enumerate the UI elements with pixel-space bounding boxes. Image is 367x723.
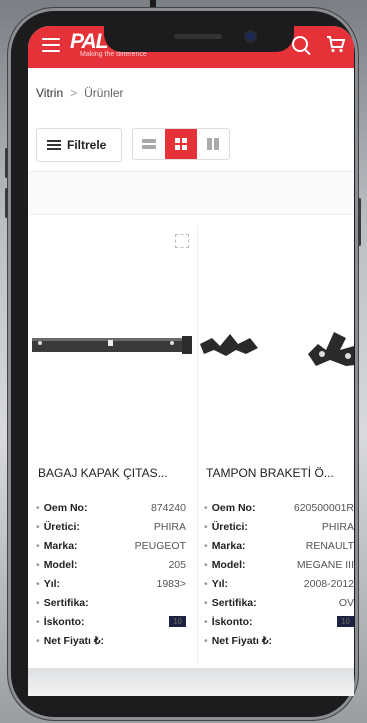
columns-icon [207, 138, 219, 150]
spec-value: PHIRA [153, 520, 186, 533]
spec-label: Net Fiyatı ₺: [36, 635, 104, 647]
product-specs: Oem No: 874240 Üretici: PHIRA Marka: PEUGEO… [36, 498, 186, 650]
spec-row: Model: 205 [36, 555, 186, 574]
spec-value: 205 [168, 558, 186, 571]
grid-icon [175, 138, 187, 150]
spec-value: RENAULT [305, 539, 354, 552]
breadcrumb-current: Ürünler [84, 86, 124, 100]
filter-label: Filtrele [67, 138, 107, 152]
spec-row: Net Fiyatı ₺: [204, 631, 354, 650]
spec-row: Marka: PEUGEOT [36, 536, 186, 555]
spec-label: Oem No: [204, 502, 256, 514]
spec-row: Üretici: PHIRA [204, 517, 354, 536]
filter-sliders-icon [47, 138, 61, 152]
spec-row: Net Fiyatı ₺: [36, 631, 186, 650]
spec-row: Oem No: 874240 [36, 498, 186, 517]
spec-value: PEUGEOT [134, 539, 186, 552]
spec-label: Marka: [204, 540, 246, 552]
columns-view-button[interactable] [197, 129, 229, 159]
product-name[interactable]: TAMPON BRAKETİ Ö... [206, 466, 334, 480]
trim-strip-image [32, 336, 192, 354]
screen-bottom-bar [28, 668, 354, 696]
spec-label: Model: [204, 559, 246, 571]
list-view-button[interactable] [133, 129, 165, 159]
product-image[interactable] [200, 226, 354, 446]
breadcrumb-home[interactable]: Vitrin [36, 86, 63, 100]
speaker [174, 34, 222, 39]
filter-button[interactable]: Filtrele [36, 128, 122, 162]
cart-icon[interactable] [326, 34, 346, 54]
spec-label: Sertifika: [204, 597, 257, 609]
volume-up-button [5, 148, 8, 178]
product-grid: BAGAJ KAPAK ÇITAS... Oem No: 874240 Üreti… [28, 226, 354, 666]
spec-label: Sertifika: [36, 597, 89, 609]
discount-badge: 10 [337, 616, 354, 627]
spec-label: Yıl: [204, 578, 228, 590]
brand-tagline: Making the difference [80, 51, 147, 58]
spec-row: İskonto: 10 [36, 612, 186, 631]
power-button [358, 198, 361, 246]
spec-row: Yıl: 1983> [36, 574, 186, 593]
spec-value: PHIRA [321, 520, 354, 533]
search-icon[interactable] [292, 36, 308, 52]
product-name[interactable]: BAGAJ KAPAK ÇITAS... [38, 466, 168, 480]
notch [104, 26, 294, 52]
spec-value: MEGANE III [296, 558, 354, 571]
spec-label: Yıl: [36, 578, 60, 590]
spec-value: 620500001R [293, 501, 354, 514]
volume-down-button [5, 188, 8, 218]
list-icon [142, 139, 156, 149]
spec-label: Marka: [36, 540, 78, 552]
spec-label: Oem No: [36, 502, 88, 514]
spec-value: 874240 [150, 501, 186, 514]
spec-label: İskonto: [36, 616, 85, 628]
bracket-image [200, 332, 354, 366]
product-card[interactable]: BAGAJ KAPAK ÇITAS... Oem No: 874240 Üreti… [32, 226, 198, 666]
spec-label: Üretici: [36, 521, 80, 533]
spec-value: 1983> [156, 577, 187, 590]
spec-row: Marka: RENAULT [204, 536, 354, 555]
grid-view-button[interactable] [165, 129, 197, 159]
discount-badge: 10 [169, 616, 186, 627]
product-specs: Oem No: 620500001R Üretici: PHIRA Marka: RE… [204, 498, 354, 650]
spec-row: Sertifika: [36, 593, 186, 612]
spec-row: Oem No: 620500001R [204, 498, 354, 517]
phone-frame: PAL Making the difference Vitrin > Ürünler… [5, 8, 361, 720]
spec-label: İskonto: [204, 616, 253, 628]
view-mode-switcher [132, 128, 230, 160]
breadcrumb: Vitrin > Ürünler [36, 86, 124, 100]
spec-value: 2008-2012 [303, 577, 354, 590]
screen: PAL Making the difference Vitrin > Ürünler… [28, 26, 354, 696]
spec-row: Üretici: PHIRA [36, 517, 186, 536]
spec-label: Üretici: [204, 521, 248, 533]
breadcrumb-separator: > [70, 86, 78, 100]
spec-label: Model: [36, 559, 78, 571]
spec-row: Yıl: 2008-2012 [204, 574, 354, 593]
product-image[interactable] [32, 226, 197, 446]
product-card[interactable]: TAMPON BRAKETİ Ö... Oem No: 620500001R Ür… [200, 226, 354, 666]
spec-row: İskonto: 10 [204, 612, 354, 631]
spec-label: Net Fiyatı ₺: [204, 635, 272, 647]
spec-row: Model: MEGANE III [204, 555, 354, 574]
spec-row: Sertifika: OV [204, 593, 354, 612]
spec-value: OV [338, 596, 354, 609]
hamburger-menu-icon[interactable] [42, 38, 60, 52]
expand-icon[interactable] [175, 234, 189, 248]
front-camera [246, 32, 255, 41]
sort-bar [28, 171, 354, 215]
